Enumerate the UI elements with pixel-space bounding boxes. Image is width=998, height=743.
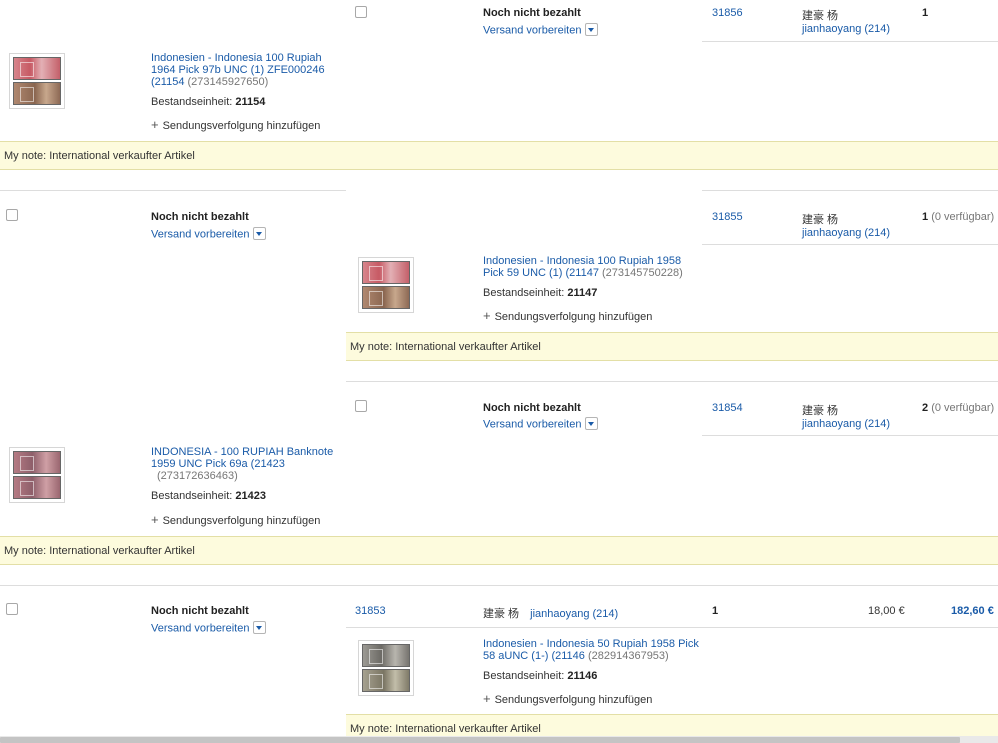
order-note: My note: International verkaufter Artike… — [0, 141, 998, 170]
banknote-front-image — [13, 57, 61, 80]
banknote-back-image — [362, 669, 410, 692]
item-thumbnail[interactable] — [9, 447, 65, 503]
quantity: 1 — [922, 211, 929, 223]
buyer-name: 建豪 杨 — [802, 405, 839, 417]
sku-label: Bestandseinheit: — [483, 287, 565, 299]
sku-label: Bestandseinheit: — [151, 96, 233, 108]
item-number: (273145927650) — [187, 76, 269, 88]
buyer-id-link[interactable]: jianhaoyang (214) — [802, 227, 890, 239]
plus-icon: + — [483, 308, 491, 323]
availability: (0 verfügbar) — [931, 402, 995, 414]
payment-status: Noch nicht bezahlt — [151, 605, 249, 617]
record-number-link[interactable]: 31854 — [712, 402, 743, 414]
quantity: 1 — [712, 605, 719, 617]
item-thumbnail[interactable] — [9, 53, 65, 109]
banknote-front-image — [362, 261, 410, 284]
sku-value: 21154 — [235, 96, 266, 108]
order-note: My note: International verkaufter Artike… — [0, 536, 998, 565]
item-thumbnail[interactable] — [358, 640, 414, 696]
add-tracking-link[interactable]: + Sendungsverfolgung hinzufügen — [483, 308, 652, 323]
buyer-id-link[interactable]: jianhaoyang (214) — [802, 23, 890, 35]
banknote-back-image — [13, 82, 61, 105]
buyer-name: 建豪 杨 — [802, 214, 839, 226]
plus-icon: + — [151, 117, 159, 132]
order-checkbox[interactable] — [355, 400, 367, 412]
sku-value: 21146 — [567, 670, 598, 682]
record-number-link[interactable]: 31856 — [712, 7, 743, 19]
chevron-down-icon[interactable] — [253, 621, 267, 634]
buyer-id-link[interactable]: jianhaoyang (214) — [530, 608, 618, 620]
order-checkbox[interactable] — [6, 603, 18, 615]
scrollbar-thumb[interactable] — [0, 737, 960, 743]
record-number-link[interactable]: 31853 — [355, 605, 386, 617]
buyer-name: 建豪 杨 — [483, 608, 520, 620]
buyer-name: 建豪 杨 — [802, 10, 839, 22]
item-thumbnail[interactable] — [358, 257, 414, 313]
payment-status: Noch nicht bezahlt — [483, 402, 581, 414]
chevron-down-icon[interactable] — [253, 227, 267, 240]
add-tracking-link[interactable]: + Sendungsverfolgung hinzufügen — [151, 512, 320, 527]
order-note: My note: International verkaufter Artike… — [346, 332, 998, 361]
quantity: 2 — [922, 402, 929, 414]
banknote-front-image — [362, 644, 410, 667]
chevron-down-icon[interactable] — [585, 23, 599, 36]
availability: (0 verfügbar) — [931, 211, 995, 223]
record-number-link[interactable]: 31855 — [712, 211, 743, 223]
item-number: (282914367953) — [587, 650, 669, 662]
payment-status: Noch nicht bezahlt — [483, 7, 581, 19]
sku-value: 21147 — [567, 287, 598, 299]
prepare-shipping-link[interactable]: Versand vorbereiten — [483, 418, 581, 430]
sku-label: Bestandseinheit: — [483, 670, 565, 682]
plus-icon: + — [483, 691, 491, 706]
prepare-shipping-link[interactable]: Versand vorbereiten — [151, 228, 249, 240]
order-checkbox[interactable] — [6, 209, 18, 221]
order-checkbox[interactable] — [355, 6, 367, 18]
quantity: 1 — [922, 7, 929, 19]
banknote-front-image — [13, 451, 61, 474]
chevron-down-icon[interactable] — [585, 417, 599, 430]
item-number: (273145750228) — [602, 267, 683, 279]
sku-value: 21423 — [235, 490, 266, 502]
prepare-shipping-link[interactable]: Versand vorbereiten — [483, 24, 581, 36]
plus-icon: + — [151, 512, 159, 527]
prepare-shipping-link[interactable]: Versand vorbereiten — [151, 622, 249, 634]
add-tracking-link[interactable]: + Sendungsverfolgung hinzufügen — [483, 691, 652, 706]
banknote-back-image — [13, 476, 61, 499]
sku-label: Bestandseinheit: — [151, 490, 233, 502]
payment-status: Noch nicht bezahlt — [151, 211, 249, 223]
order-total: 182,60 € — [951, 605, 994, 617]
add-tracking-link[interactable]: + Sendungsverfolgung hinzufügen — [151, 117, 320, 132]
item-number: (273172636463) — [157, 470, 238, 482]
banknote-back-image — [362, 286, 410, 309]
item-price: 18,00 € — [868, 605, 905, 617]
item-title-link[interactable]: INDONESIA - 100 RUPIAH Banknote 1959 UNC… — [151, 446, 333, 470]
buyer-id-link[interactable]: jianhaoyang (214) — [802, 418, 890, 430]
